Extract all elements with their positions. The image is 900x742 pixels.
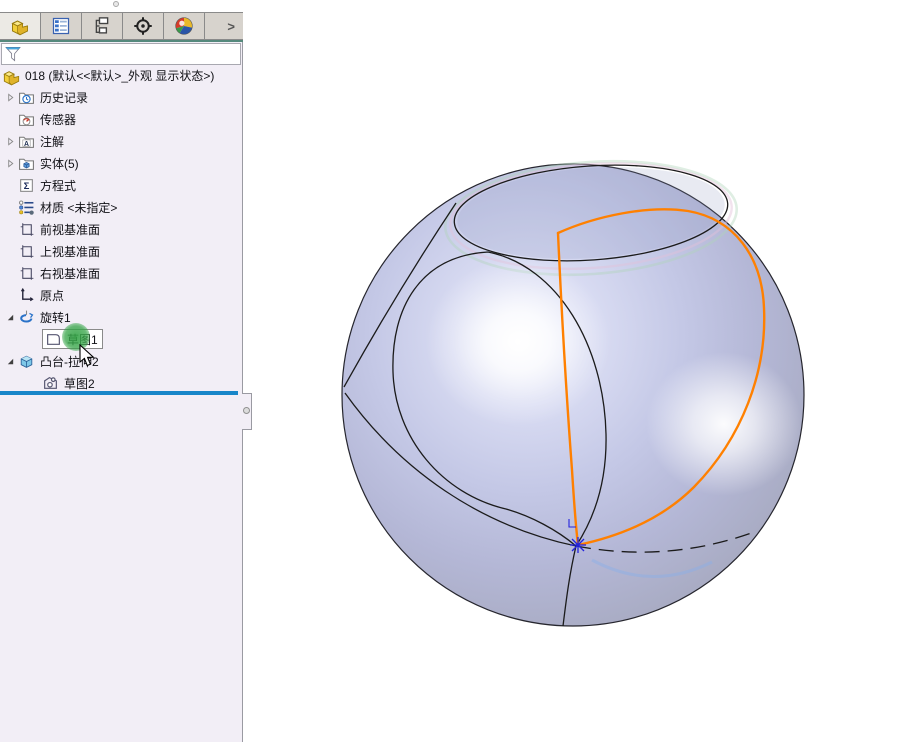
panel-splitter-handle[interactable]: [242, 393, 252, 430]
part-icon: [10, 16, 30, 36]
tab-configurationmanager[interactable]: [82, 13, 123, 39]
tree-item-boss-extrude2[interactable]: 凸台-拉伸2: [0, 350, 242, 372]
arrow-spacer: [2, 199, 18, 215]
tree-item-label: 右视基准面: [40, 265, 100, 282]
displaymanager-icon: [174, 16, 194, 36]
tree-item-label: 材质 <未指定>: [40, 199, 117, 216]
feature-tree: 018 (默认<<默认>_外观 显示状态>) 历史记录传感器 A 注解实体(5) Σ 方程…: [0, 64, 242, 394]
splitter-grip-dot: [243, 407, 250, 414]
tree-item-equations[interactable]: Σ 方程式: [0, 174, 242, 196]
equations-icon: Σ: [18, 177, 35, 194]
tree-item-label: 原点: [40, 287, 64, 304]
plane-icon: [18, 243, 35, 260]
tree-item-material[interactable]: 材质 <未指定>: [0, 196, 242, 218]
svg-text:A: A: [24, 140, 29, 147]
tree-item-label: 实体(5): [40, 155, 79, 172]
rollback-bar[interactable]: [0, 391, 238, 395]
solid-bodies-folder-icon: [18, 155, 35, 172]
tree-item-revolve1[interactable]: 旋转1: [0, 306, 242, 328]
tree-item-label: 方程式: [40, 177, 76, 194]
tree-item-label: 上视基准面: [40, 243, 100, 260]
panel-grip-dot[interactable]: [113, 1, 119, 7]
expand-arrow-closed-icon[interactable]: [2, 133, 18, 149]
expand-arrow-closed-icon[interactable]: [2, 89, 18, 105]
expand-arrow-open-icon[interactable]: [2, 353, 18, 369]
tree-item-label: 旋转1: [40, 309, 71, 326]
expand-arrow-closed-icon[interactable]: [2, 155, 18, 171]
annotations-folder-icon: A: [18, 133, 35, 150]
tree-item-label: 传感器: [40, 111, 76, 128]
tree-item-top-plane[interactable]: 上视基准面: [0, 240, 242, 262]
featuremanager-panel: > 018 (默认<<默认>_外观 显示状态>) 历史记录传感器 A 注解实体(5) Σ…: [0, 0, 243, 742]
tabbar-underline: [0, 40, 243, 42]
tabbar-overflow-chevron[interactable]: >: [205, 13, 243, 39]
arrow-spacer: [2, 221, 18, 237]
part-icon: [2, 67, 21, 84]
filter-funnel-icon: [4, 45, 22, 63]
extrude-icon: [18, 353, 35, 370]
revolve-icon: [18, 309, 35, 326]
arrow-spacer: [2, 111, 18, 127]
sketch-icon: [45, 331, 62, 348]
sketch2-icon: [42, 375, 59, 392]
tree-root-part[interactable]: 018 (默认<<默认>_外观 显示状态>): [0, 64, 242, 86]
tree-item-label: 历史记录: [40, 89, 88, 106]
tree-item-origin[interactable]: 原点: [0, 284, 242, 306]
tab-propertymanager[interactable]: [41, 13, 82, 39]
panel-top-strip: [0, 0, 243, 12]
specular-highlight-right: [646, 352, 802, 496]
tab-featuremanager-design-tree[interactable]: [0, 13, 41, 39]
svg-text:Σ: Σ: [24, 181, 30, 192]
tree-item-right-plane[interactable]: 右视基准面: [0, 262, 242, 284]
tree-filter-bar[interactable]: [1, 43, 241, 65]
propertymanager-icon: [51, 16, 71, 36]
arrow-spacer: [2, 243, 18, 259]
plane-icon: [18, 265, 35, 282]
arrow-spacer: [2, 177, 18, 193]
history-folder-icon: [18, 89, 35, 106]
arrow-spacer: [2, 265, 18, 281]
tree-item-label: 前视基准面: [40, 221, 100, 238]
tree-item-annotations[interactable]: A 注解: [0, 130, 242, 152]
tree-item-sensors[interactable]: 传感器: [0, 108, 242, 130]
tree-item-solid-bodies[interactable]: 实体(5): [0, 152, 242, 174]
tree-item-label: 注解: [40, 133, 64, 150]
tree-item-sketch1[interactable]: 草图1: [0, 328, 242, 350]
tree-item-label: 草图2: [64, 375, 95, 392]
tree-item-front-plane[interactable]: 前视基准面: [0, 218, 242, 240]
arrow-spacer: [26, 331, 42, 347]
origin-icon: [18, 287, 35, 304]
configurationmanager-icon: [92, 16, 112, 36]
plane-icon: [18, 221, 35, 238]
panel-tabbar: >: [0, 12, 243, 40]
material-icon: [18, 199, 35, 216]
tree-root-label: 018 (默认<<默认>_外观 显示状态>): [25, 67, 214, 84]
tree-item-history[interactable]: 历史记录: [0, 86, 242, 108]
mouse-cursor: [79, 344, 96, 373]
specular-highlight-left: [426, 258, 610, 426]
dimxpert-icon: [133, 16, 153, 36]
expand-arrow-open-icon[interactable]: [2, 309, 18, 325]
arrow-spacer: [26, 375, 42, 391]
sensors-folder-icon: [18, 111, 35, 128]
arrow-spacer: [2, 287, 18, 303]
tab-displaymanager[interactable]: [164, 13, 205, 39]
tab-dimxpertmanager[interactable]: [123, 13, 164, 39]
